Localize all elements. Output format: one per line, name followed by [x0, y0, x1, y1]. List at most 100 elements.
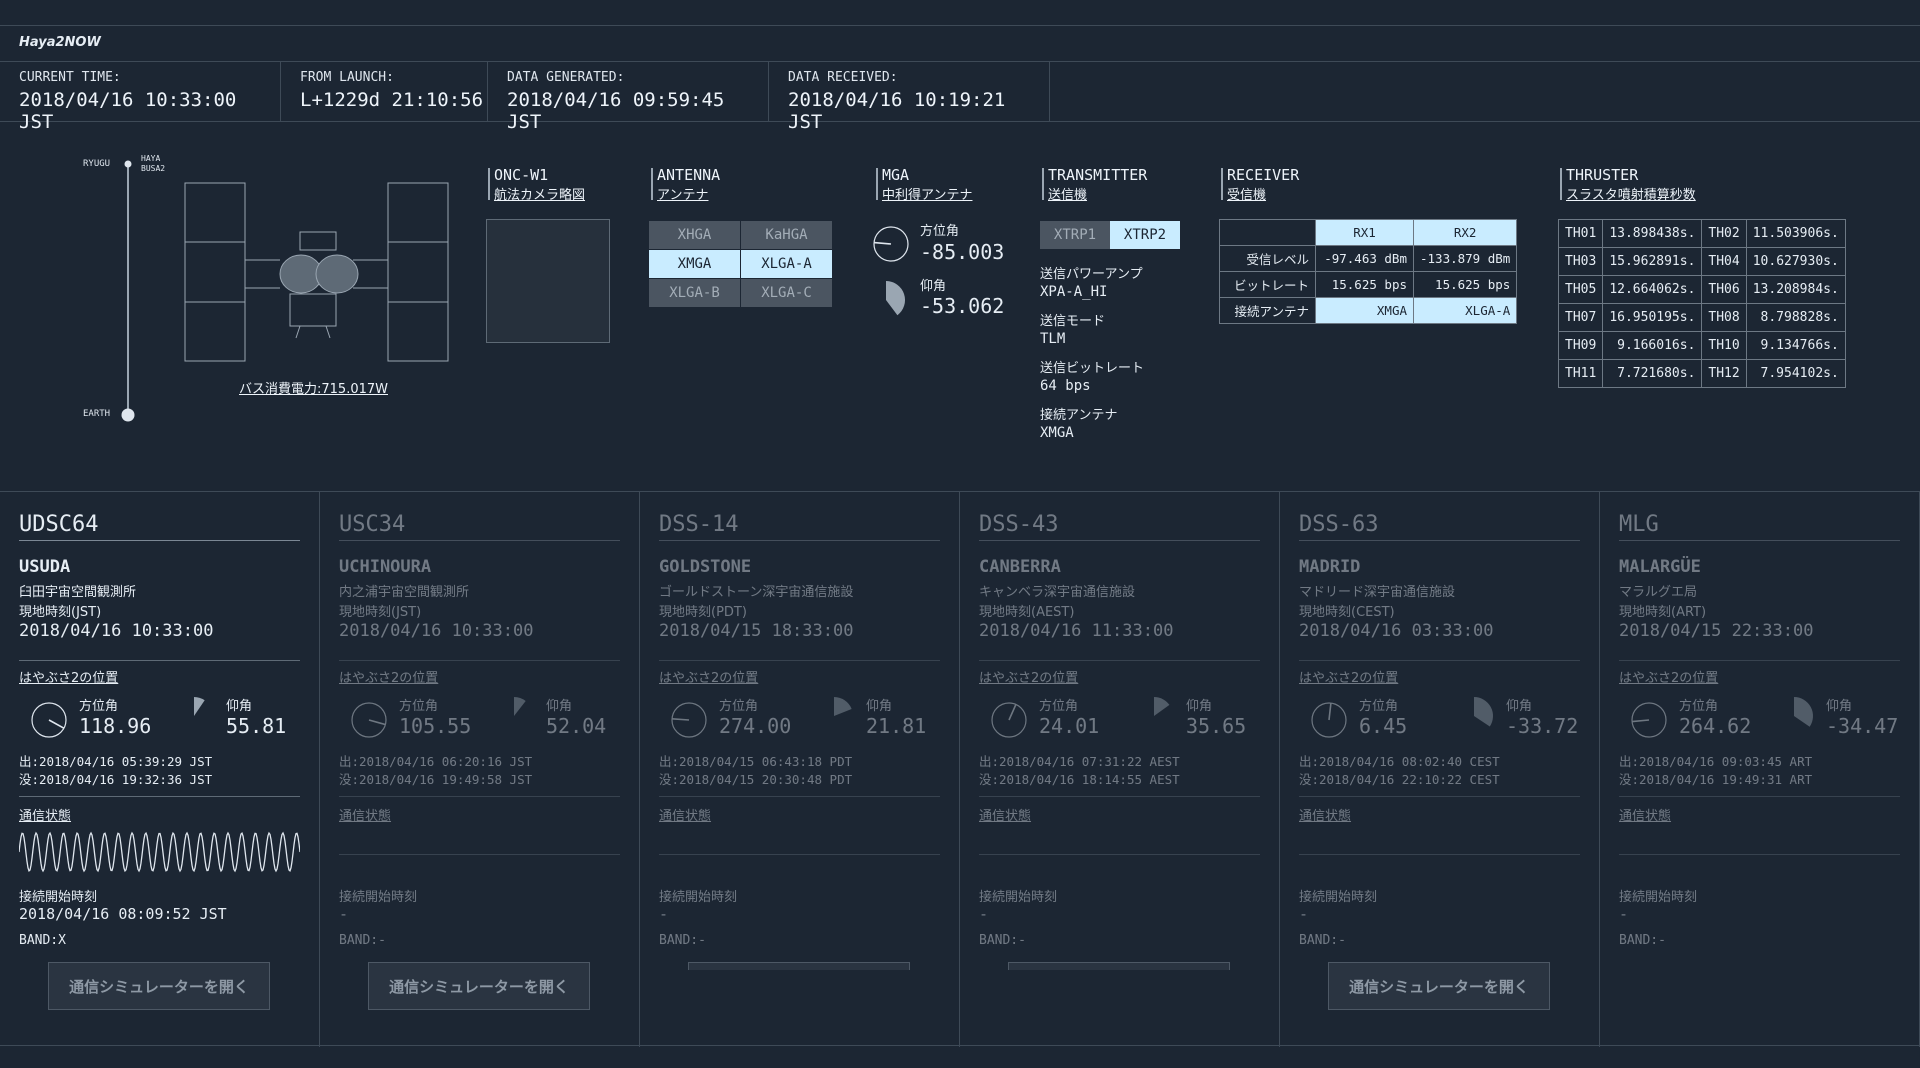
thruster-id: TH06: [1701, 275, 1747, 304]
antenna-marker: [651, 168, 653, 200]
thruster-row: TH05 12.664062s. TH06 13.208984s.: [1557, 275, 1846, 304]
mga-subtitle: 中利得アンテナ: [882, 188, 973, 203]
thruster-row: TH01 13.898438s. TH02 11.503906s.: [1557, 219, 1846, 248]
antenna-section: ANTENNA アンテナ: [651, 166, 720, 203]
receiver-rx2-value: XLGA-A: [1412, 297, 1518, 324]
station-jp-name: マドリード深宇宙通信施設: [1299, 585, 1456, 600]
connection-start-label: 接続開始時刻: [659, 890, 738, 905]
onc-subtitle: 航法カメラ略図: [494, 188, 586, 203]
open-simulator-button[interactable]: [1008, 962, 1230, 970]
thruster-id: TH03: [1557, 247, 1604, 276]
divider: [659, 854, 940, 855]
thruster-subtitle: スラスタ噴射積算秒数: [1566, 188, 1696, 203]
transmitter-item-label: 送信ビットレート: [1040, 361, 1145, 376]
from-launch-cell: FROM LAUNCH: L+1229d 21:10:56: [281, 62, 488, 122]
open-simulator-button[interactable]: 通信シミュレーターを開く: [48, 962, 270, 1010]
transmitter-marker: [1042, 168, 1044, 200]
thruster-seconds: 9.134766s.: [1745, 331, 1846, 360]
top-strip: [0, 0, 1920, 26]
receiver-row: 接続アンテナ XMGA XLGA-A: [1219, 297, 1518, 324]
thruster-id: TH12: [1701, 359, 1747, 388]
transmitter-item-value: XPA-A_HI: [1040, 284, 1108, 300]
receiver-row: ビットレート 15.625 bps 15.625 bps: [1219, 271, 1518, 298]
ryugu-label: RYUGU: [83, 159, 111, 169]
open-simulator-button[interactable]: 通信シミュレーターを開く: [368, 962, 590, 1010]
antenna-subtitle: アンテナ: [657, 188, 709, 203]
thruster-id: TH07: [1557, 303, 1604, 332]
connection-start-label: 接続開始時刻: [339, 890, 418, 905]
station-code: DSS-43: [979, 512, 1059, 537]
elevation-wedge: [1474, 697, 1493, 727]
azimuth-label: 方位角: [79, 699, 119, 714]
local-time-value: 2018/04/16 10:33:00: [19, 621, 214, 641]
divider: [1619, 854, 1900, 855]
data-generated-cell: DATA GENERATED: 2018/04/16 09:59:45 JST: [488, 62, 769, 133]
elevation-dial: [1474, 697, 1493, 727]
thruster-id: TH01: [1557, 219, 1604, 248]
thruster-id: TH11: [1557, 359, 1604, 388]
data-generated-value: 2018/04/16 09:59:45 JST: [507, 89, 725, 133]
xtrp1-cell: XTRP1: [1040, 221, 1110, 249]
earth-label: EARTH: [83, 409, 111, 419]
hayabusa2-label-line2: BUSA2: [141, 164, 166, 173]
receiver-header-row: RX1 RX2: [1219, 219, 1518, 246]
xtrp2-cell: XTRP2: [1110, 221, 1180, 249]
elevation-value: 55.81: [226, 714, 287, 738]
azimuth-value: 6.45: [1359, 714, 1408, 738]
band-value: BAND:-: [1299, 933, 1346, 948]
open-simulator-button[interactable]: [688, 962, 910, 970]
station-dss-63: DSS-63 MADRID マドリード深宇宙通信施設 現地時刻(CEST) 2018/0…: [1280, 492, 1600, 1047]
rise-time: 出:2018/04/16 08:02:40 CEST: [1299, 754, 1500, 769]
mga-marker: [876, 168, 878, 200]
azimuth-needle: [1631, 719, 1650, 723]
elevation-value: -33.72: [1506, 714, 1579, 738]
receiver-rx2-value: -133.879 dBm: [1412, 245, 1518, 272]
connection-start-value: -: [659, 905, 669, 923]
set-time: 没:2018/04/15 20:30:48 PDT: [659, 772, 853, 787]
thruster-title: THRUSTER: [1566, 166, 1639, 184]
transmitter-title: TRANSMITTER: [1048, 166, 1148, 184]
receiver-rx1-value: 15.625 bps: [1315, 271, 1414, 298]
thruster-id: TH08: [1701, 303, 1747, 332]
current-time-cell: CURRENT TIME: 2018/04/16 10:33:00 JST: [0, 62, 281, 133]
transmitter-item-label: 送信モード: [1040, 314, 1106, 329]
receiver-subtitle: 受信機: [1227, 188, 1267, 203]
set-time: 没:2018/04/16 18:14:55 AEST: [979, 772, 1180, 787]
local-time-value: 2018/04/15 22:33:00: [1619, 621, 1814, 641]
comms-status-label: 通信状態: [979, 809, 1032, 824]
azimuth-needle: [671, 718, 690, 721]
rise-time: 出:2018/04/16 07:31:22 AEST: [979, 754, 1180, 769]
thruster-row: TH09 9.166016s. TH10 9.134766s.: [1557, 331, 1846, 360]
azimuth-needle: [368, 719, 386, 726]
band-value: BAND:X: [19, 933, 66, 948]
onc-marker: [488, 168, 490, 200]
receiver-row-label: 受信レベル: [1219, 245, 1316, 272]
azimuth-label: 方位角: [1039, 699, 1079, 714]
receiver-row-label: 接続アンテナ: [1219, 297, 1316, 324]
receiver-section: RECEIVER 受信機: [1221, 166, 1300, 203]
receiver-title: RECEIVER: [1227, 166, 1300, 184]
azimuth-dial: [31, 702, 67, 738]
open-simulator-button[interactable]: 通信シミュレーターを開く: [1328, 962, 1550, 1010]
station-jp-name: マラルグエ局: [1619, 585, 1698, 600]
antenna-cell-xhga: XHGA: [649, 221, 740, 249]
data-received-label: DATA RECEIVED:: [788, 70, 898, 85]
azimuth-dial: [1631, 702, 1667, 738]
station-name: GOLDSTONE: [659, 557, 752, 577]
data-received-cell: DATA RECEIVED: 2018/04/16 10:19:21 JST: [769, 62, 1050, 133]
receiver-rx1-value: XMGA: [1315, 297, 1414, 324]
comms-status-label: 通信状態: [1619, 809, 1672, 824]
data-received-value: 2018/04/16 10:19:21 JST: [788, 89, 1006, 133]
elevation-wedge: [194, 697, 205, 716]
set-time: 没:2018/04/16 19:32:36 JST: [19, 772, 213, 787]
divider: [1619, 660, 1900, 661]
receiver-rx1-value: -97.463 dBm: [1315, 245, 1414, 272]
mga-az-value: -85.003: [920, 240, 1005, 264]
station-code: UDSC64: [19, 512, 99, 537]
azimuth-needle: [48, 719, 65, 729]
mga-el-label: 仰角: [920, 279, 947, 294]
azimuth-label: 方位角: [399, 699, 439, 714]
receiver-col-rx1: RX1: [1315, 219, 1414, 246]
station-name: MALARGÜE: [1619, 557, 1701, 577]
station-code-underline: [1299, 540, 1580, 541]
